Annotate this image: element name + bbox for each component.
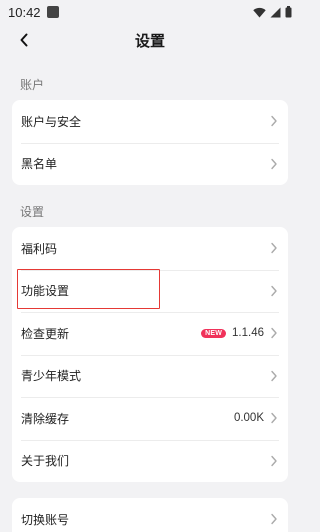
notification-icon <box>46 6 59 18</box>
menu-item-clear-cache[interactable]: 清除缓存 0.00K <box>12 397 288 440</box>
status-time: 10:42 <box>8 4 41 20</box>
chevron-right-icon <box>271 370 277 381</box>
back-arrow-icon <box>20 33 28 47</box>
menu-item-welfare-code[interactable]: 福利码 <box>12 227 288 270</box>
version-value: 1.1.46 <box>232 327 264 340</box>
status-icons <box>253 6 292 18</box>
menu-item-switch-account[interactable]: 切换账号 <box>12 498 288 532</box>
chevron-right-icon <box>271 413 277 424</box>
menu-item-teen-mode[interactable]: 青少年模式 <box>12 354 288 398</box>
new-badge: NEW <box>201 328 227 338</box>
account-card: 账户与安全 黑名单 <box>12 100 288 185</box>
menu-item-label: 福利码 <box>21 241 58 256</box>
menu-item-label: 检查更新 <box>21 326 70 341</box>
menu-item-label: 切换账号 <box>21 512 70 527</box>
switch-account-card: 切换账号 <box>12 498 288 532</box>
settings-card: 福利码 功能设置 检查更新 NEW 1.1.46 青少年模式 清除缓存 0.00… <box>12 227 288 482</box>
back-button[interactable] <box>12 28 36 52</box>
section-label-settings: 设置 <box>20 205 45 219</box>
chevron-right-icon <box>271 455 277 466</box>
chevron-right-icon <box>271 243 277 254</box>
menu-item-label: 清除缓存 <box>21 411 70 426</box>
status-bar: 10:42 <box>0 0 300 24</box>
battery-icon <box>285 6 292 18</box>
menu-item-check-update[interactable]: 检查更新 NEW 1.1.46 <box>12 312 288 355</box>
chevron-right-icon <box>271 285 277 296</box>
menu-item-about-us[interactable]: 关于我们 <box>12 439 288 483</box>
chevron-right-icon <box>271 158 277 169</box>
menu-item-label: 关于我们 <box>21 454 70 469</box>
nav-bar: 设置 <box>0 24 300 56</box>
menu-item-feature-settings[interactable]: 功能设置 <box>12 269 288 313</box>
chevron-right-icon <box>271 328 277 339</box>
menu-item-blacklist[interactable]: 黑名单 <box>12 142 288 186</box>
menu-item-label: 青少年模式 <box>21 369 82 384</box>
menu-item-account-security[interactable]: 账户与安全 <box>12 100 288 143</box>
section-label-account: 账户 <box>20 78 45 92</box>
page-title: 设置 <box>134 31 165 50</box>
signal-icon <box>270 7 281 17</box>
menu-item-label: 功能设置 <box>21 284 70 299</box>
chevron-right-icon <box>271 514 277 525</box>
menu-item-label: 账户与安全 <box>21 114 82 129</box>
chevron-right-icon <box>271 116 277 127</box>
wifi-icon <box>253 7 266 17</box>
cache-size-value: 0.00K <box>233 412 264 425</box>
menu-item-label: 黑名单 <box>21 157 58 172</box>
